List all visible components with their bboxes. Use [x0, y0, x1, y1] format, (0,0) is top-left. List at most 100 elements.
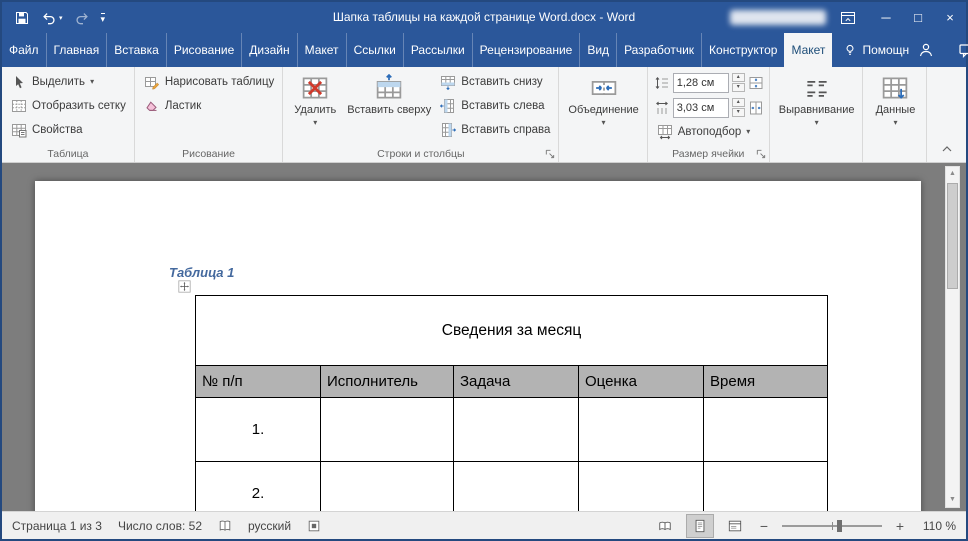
insert-left-icon: [440, 98, 456, 114]
table-cell[interactable]: [321, 462, 454, 512]
minimize-button[interactable]: ─: [870, 2, 902, 33]
tell-me-help-tab[interactable]: Помощн: [834, 33, 918, 67]
tab-design[interactable]: Дизайн: [241, 33, 296, 67]
table-caption[interactable]: Таблица 1: [169, 265, 234, 280]
table-header-cell[interactable]: Оценка: [579, 366, 704, 398]
delete-button[interactable]: Удалить ▾: [289, 71, 341, 127]
zoom-level[interactable]: 110 %: [916, 519, 956, 533]
column-width-stepper[interactable]: ▴▾: [732, 98, 745, 117]
ribbon-display-options-button[interactable]: [840, 10, 856, 26]
insert-right-button[interactable]: Вставить справа: [437, 119, 553, 141]
tab-home[interactable]: Главная: [46, 33, 107, 67]
tab-insert[interactable]: Вставка: [106, 33, 166, 67]
undo-dropdown-arrow[interactable]: ▾: [59, 14, 63, 22]
dialog-launcher-icon[interactable]: [755, 148, 767, 160]
row-height-input[interactable]: [673, 73, 729, 93]
properties-button[interactable]: Свойства: [8, 119, 129, 141]
tab-view[interactable]: Вид: [579, 33, 616, 67]
table-header-cell[interactable]: Исполнитель: [321, 366, 454, 398]
autofit-button[interactable]: Автоподбор▾: [654, 121, 764, 143]
save-button[interactable]: [14, 10, 30, 26]
share-person-icon[interactable]: [918, 42, 934, 58]
collapse-ribbon-button[interactable]: [938, 142, 956, 156]
tab-developer[interactable]: Разработчик: [616, 33, 701, 67]
zoom-slider[interactable]: [782, 525, 882, 527]
table-cell[interactable]: 1.: [196, 398, 321, 462]
scroll-down-icon[interactable]: ▼: [946, 493, 959, 507]
table-header-cell[interactable]: Время: [704, 366, 828, 398]
table-cell[interactable]: [454, 462, 579, 512]
view-gridlines-button[interactable]: Отобразить сетку: [8, 95, 129, 117]
table-cell[interactable]: [454, 398, 579, 462]
maximize-button[interactable]: □: [902, 2, 934, 33]
zoom-slider-thumb[interactable]: [837, 520, 842, 532]
tab-references[interactable]: Ссылки: [346, 33, 403, 67]
table-move-handle[interactable]: [178, 280, 192, 294]
document-area[interactable]: Таблица 1 Сведения за месяц № п/п Исполн…: [2, 163, 966, 511]
stepper-up-icon[interactable]: ▴: [732, 73, 745, 82]
language-indicator[interactable]: русский: [248, 519, 291, 533]
tell-me-label: Помощн: [862, 43, 909, 57]
proofing-status-button[interactable]: [218, 519, 232, 533]
draw-table-button[interactable]: Нарисовать таблицу: [141, 71, 277, 93]
insert-above-label: Вставить сверху: [347, 104, 431, 117]
scroll-up-icon[interactable]: ▲: [946, 167, 959, 181]
print-layout-button[interactable]: [687, 515, 713, 537]
page-indicator[interactable]: Страница 1 из 3: [12, 519, 102, 533]
insert-above-button[interactable]: Вставить сверху: [344, 71, 434, 117]
tab-mailings[interactable]: Рассылки: [403, 33, 472, 67]
table-cell[interactable]: [704, 462, 828, 512]
table-header-cell[interactable]: Задача: [454, 366, 579, 398]
tab-table-design[interactable]: Конструктор: [701, 33, 784, 67]
insert-below-button[interactable]: Вставить снизу: [437, 71, 553, 93]
table-cell[interactable]: 2.: [196, 462, 321, 512]
quick-access-toolbar: ▾ ▾: [2, 10, 115, 26]
tab-file[interactable]: Файл: [2, 33, 46, 67]
tab-review[interactable]: Рецензирование: [472, 33, 580, 67]
document-table[interactable]: Сведения за месяц № п/п Исполнитель Зада…: [195, 295, 828, 511]
web-layout-button[interactable]: [722, 515, 748, 537]
read-mode-icon: [658, 519, 672, 533]
table-cell[interactable]: [704, 398, 828, 462]
document-page[interactable]: Таблица 1 Сведения за месяц № п/п Исполн…: [35, 181, 921, 511]
zoom-in-button[interactable]: +: [893, 518, 907, 534]
read-mode-button[interactable]: [652, 515, 678, 537]
table-cell[interactable]: [579, 462, 704, 512]
merge-button[interactable]: Объединение ▾: [565, 71, 641, 127]
distribute-rows-icon[interactable]: [748, 75, 764, 91]
table-cell[interactable]: [321, 398, 454, 462]
distribute-columns-icon[interactable]: [748, 100, 764, 116]
column-width-input[interactable]: [673, 98, 729, 118]
customize-qat-button[interactable]: ▾: [101, 13, 106, 23]
macro-record-button[interactable]: [307, 519, 321, 533]
tab-draw[interactable]: Рисование: [166, 33, 241, 67]
row-height-icon: [654, 75, 670, 91]
stepper-down-icon[interactable]: ▾: [732, 108, 745, 117]
data-button[interactable]: Данные ▾: [869, 71, 921, 127]
eraser-button[interactable]: Ластик: [141, 95, 277, 117]
insert-left-button[interactable]: Вставить слева: [437, 95, 553, 117]
row-height-stepper[interactable]: ▴▾: [732, 73, 745, 92]
comments-icon[interactable]: [958, 42, 968, 58]
tab-layout[interactable]: Макет: [297, 33, 346, 67]
word-count[interactable]: Число слов: 52: [118, 519, 202, 533]
scrollbar-thumb[interactable]: [947, 183, 958, 289]
word-window: ▾ ▾ Шапка таблицы на каждой странице Wor…: [0, 0, 968, 541]
insert-right-icon: [440, 122, 456, 138]
titlebar: ▾ ▾ Шапка таблицы на каждой странице Wor…: [2, 2, 966, 33]
table-title-cell[interactable]: Сведения за месяц: [196, 296, 828, 366]
stepper-down-icon[interactable]: ▾: [732, 83, 745, 92]
gridlines-icon: [11, 98, 27, 114]
dialog-launcher-icon[interactable]: [544, 148, 556, 160]
stepper-up-icon[interactable]: ▴: [732, 98, 745, 107]
redo-button[interactable]: [74, 10, 90, 26]
close-button[interactable]: ×: [934, 2, 966, 33]
tab-table-layout-active[interactable]: Макет: [784, 33, 832, 67]
select-button[interactable]: Выделить▾: [8, 71, 129, 93]
zoom-out-button[interactable]: −: [757, 518, 771, 534]
vertical-scrollbar[interactable]: ▲ ▼: [945, 166, 960, 508]
alignment-button[interactable]: Выравнивание ▾: [776, 71, 858, 127]
table-cell[interactable]: [579, 398, 704, 462]
table-header-cell[interactable]: № п/п: [196, 366, 321, 398]
undo-button[interactable]: ▾: [41, 10, 63, 26]
